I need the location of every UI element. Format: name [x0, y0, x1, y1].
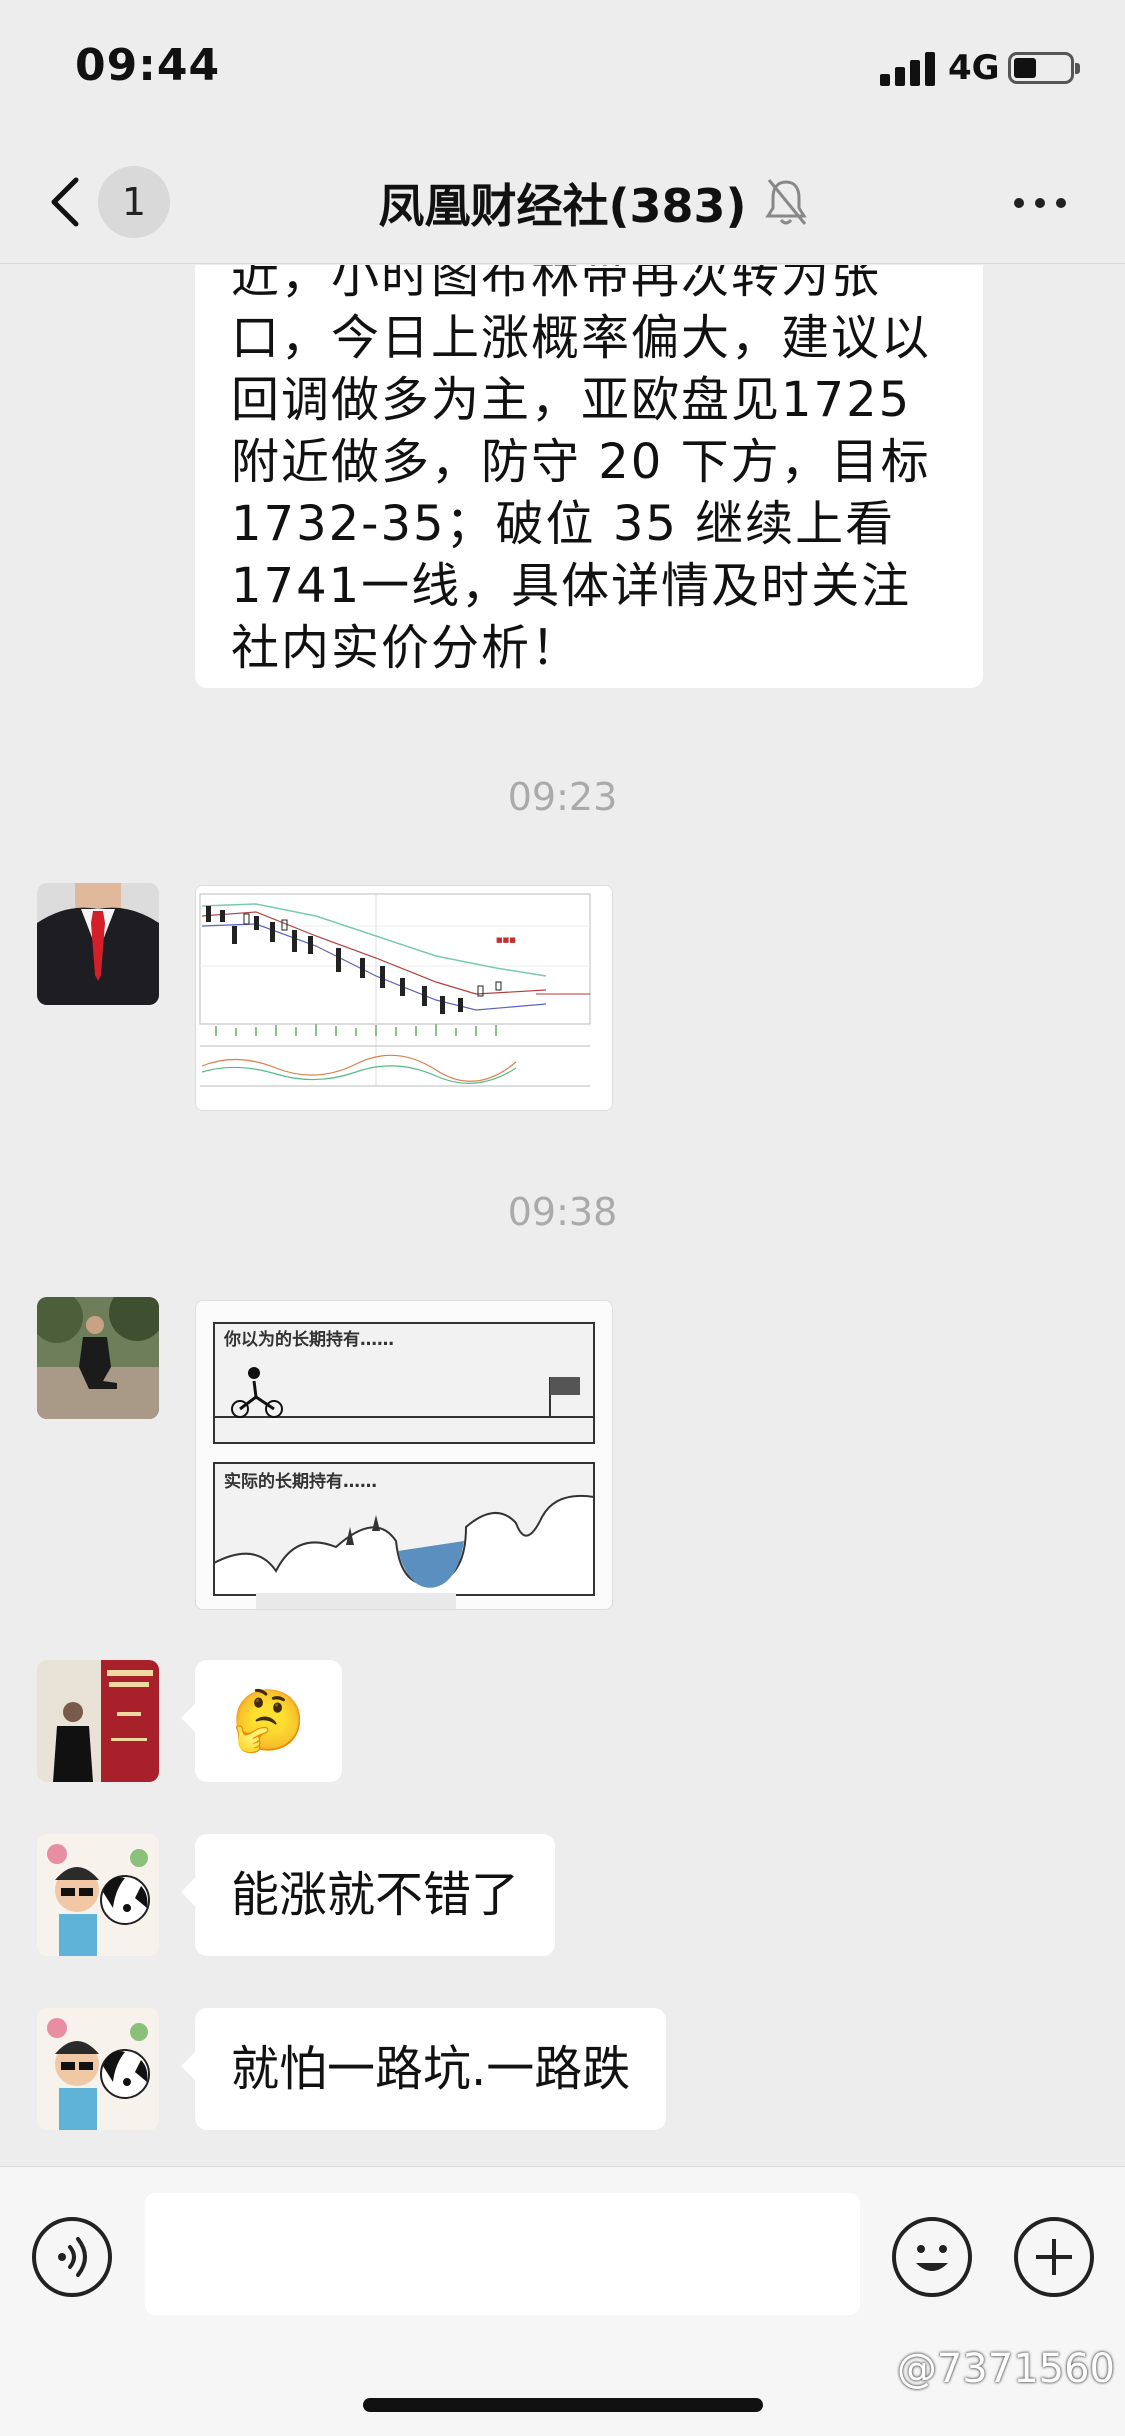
- svg-text:■■■: ■■■: [496, 936, 516, 944]
- nav-bar: 1 凤凰财经社(383): [0, 140, 1125, 264]
- avatar-shop-card[interactable]: [37, 1660, 159, 1782]
- emoji-button[interactable]: [892, 2217, 972, 2297]
- image-message-cartoon[interactable]: 你以为的长期持有…… 实际的长期持有……: [195, 1300, 613, 1610]
- chat-title: 凤凰财经社(383): [378, 179, 747, 233]
- message-input[interactable]: [145, 2193, 860, 2315]
- watermark-text: @7371560: [896, 2346, 1115, 2392]
- home-indicator[interactable]: [363, 2398, 763, 2412]
- avatar-suit-man[interactable]: [37, 883, 159, 1005]
- cartoon-label-bottom: 实际的长期持有……: [224, 1471, 377, 1492]
- more-options-button[interactable]: [1010, 184, 1070, 220]
- status-time: 09:44: [75, 40, 221, 91]
- more-actions-button[interactable]: [1014, 2217, 1094, 2297]
- signal-icon: [880, 52, 936, 86]
- avatar-outdoor-man[interactable]: [37, 1297, 159, 1419]
- text-message-analysis[interactable]: 近，小时图布林带再次转为张口，今日上涨概率偏大，建议以回调做多为主，亚欧盘见17…: [195, 265, 983, 688]
- voice-input-button[interactable]: [32, 2217, 112, 2297]
- message-timestamp: 09:23: [507, 775, 618, 819]
- input-bar: [0, 2166, 1125, 2436]
- text-message[interactable]: 就怕一路坑.一路跌: [180, 2008, 667, 2130]
- text-message[interactable]: 能涨就不错了: [180, 1834, 556, 1956]
- mute-bell-icon: [763, 176, 809, 228]
- message-timestamp: 09:38: [507, 1190, 618, 1234]
- battery-icon: [1008, 52, 1080, 84]
- emoji-message[interactable]: 🤔: [181, 1660, 342, 1782]
- chat-area[interactable]: 近，小时图布林带再次转为张口，今日上涨概率偏大，建议以回调做多为主，亚欧盘见17…: [0, 265, 1125, 2165]
- avatar-cartoon-dog[interactable]: [37, 2008, 159, 2130]
- network-type: 4G: [948, 48, 1000, 88]
- status-bar: 09:44 4G: [0, 0, 1125, 140]
- avatar-cartoon-dog[interactable]: [37, 1834, 159, 1956]
- smiley-icon: [916, 2245, 948, 2271]
- voice-wave-icon: [58, 2237, 87, 2277]
- cartoon-label-top: 你以为的长期持有……: [223, 1329, 394, 1350]
- image-message-price-chart[interactable]: ■■■: [195, 885, 613, 1111]
